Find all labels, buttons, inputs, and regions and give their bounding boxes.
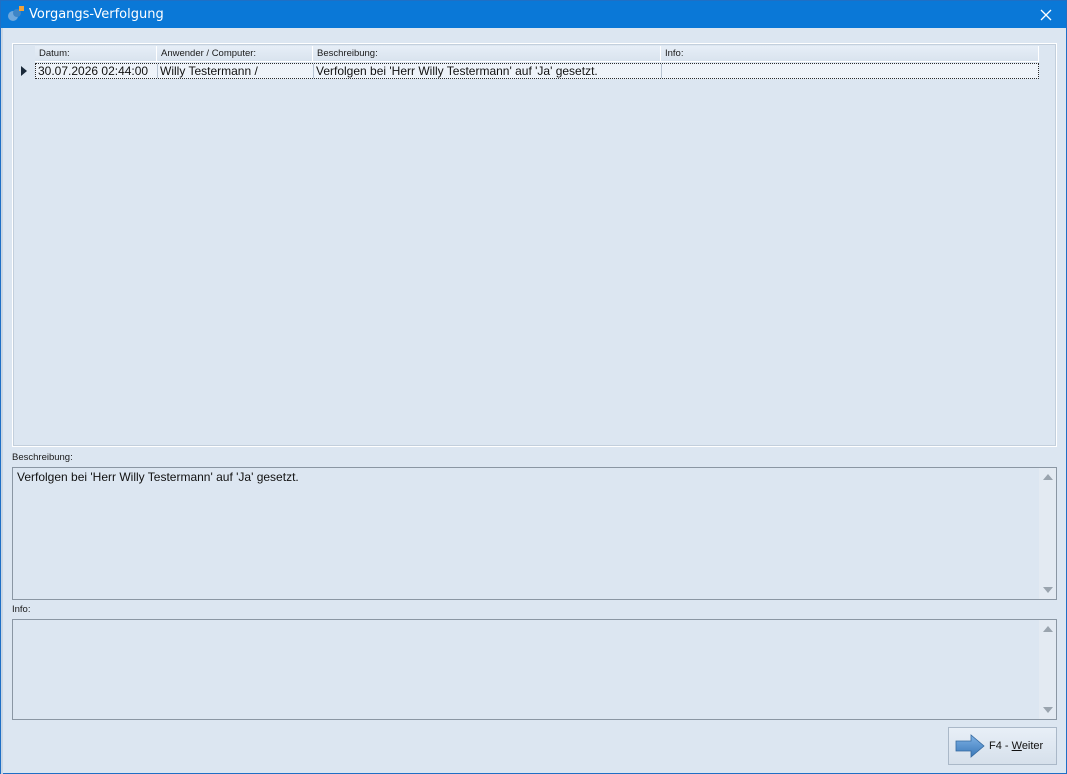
close-icon xyxy=(1040,9,1052,20)
beschreibung-label: Beschreibung: xyxy=(12,452,73,463)
window-title: Vorgangs-Verfolgung xyxy=(29,7,164,22)
history-grid[interactable]: Datum: Anwender / Computer: Beschreibung… xyxy=(12,43,1057,447)
beschreibung-scrollbar[interactable] xyxy=(1039,468,1056,599)
column-header-datum[interactable]: Datum: xyxy=(35,46,157,62)
table-row[interactable]: 30.07.2026 02:44:00 Willy Testermann / V… xyxy=(35,63,1039,79)
grid-header: Datum: Anwender / Computer: Beschreibung… xyxy=(35,46,1039,62)
current-row-indicator-icon xyxy=(21,66,27,76)
title-bar: Vorgangs-Verfolgung xyxy=(1,1,1066,28)
cell-datum: 30.07.2026 02:44:00 xyxy=(36,64,158,78)
info-memo[interactable] xyxy=(12,619,1057,720)
column-header-beschreibung[interactable]: Beschreibung: xyxy=(313,46,661,62)
info-scrollbar[interactable] xyxy=(1039,620,1056,719)
cell-beschreibung: Verfolgen bei 'Herr Willy Testermann' au… xyxy=(314,64,662,78)
window-edge xyxy=(1,28,3,774)
info-label: Info: xyxy=(12,604,31,615)
app-icon xyxy=(8,6,24,21)
vorgangs-verfolgung-window: Vorgangs-Verfolgung Datum: Anwender / Co… xyxy=(0,0,1067,774)
weiter-button-label: F4 - Weiter xyxy=(989,740,1043,752)
weiter-accel: W xyxy=(1011,740,1022,752)
weiter-rest: eiter xyxy=(1021,740,1044,752)
scroll-up-icon[interactable] xyxy=(1043,474,1053,480)
arrow-right-icon xyxy=(955,734,985,758)
weiter-button[interactable]: F4 - Weiter xyxy=(948,727,1057,765)
scroll-down-icon[interactable] xyxy=(1043,707,1053,713)
scroll-up-icon[interactable] xyxy=(1043,626,1053,632)
cell-anwender: Willy Testermann / xyxy=(158,64,314,78)
column-header-anwender[interactable]: Anwender / Computer: xyxy=(157,46,313,62)
close-button[interactable] xyxy=(1026,1,1066,28)
beschreibung-text: Verfolgen bei 'Herr Willy Testermann' au… xyxy=(17,470,299,484)
cell-info xyxy=(662,64,1038,78)
weiter-prefix: F4 - xyxy=(989,740,1012,752)
scroll-down-icon[interactable] xyxy=(1043,587,1053,593)
beschreibung-memo[interactable]: Verfolgen bei 'Herr Willy Testermann' au… xyxy=(12,467,1057,600)
column-header-info[interactable]: Info: xyxy=(661,46,1039,62)
